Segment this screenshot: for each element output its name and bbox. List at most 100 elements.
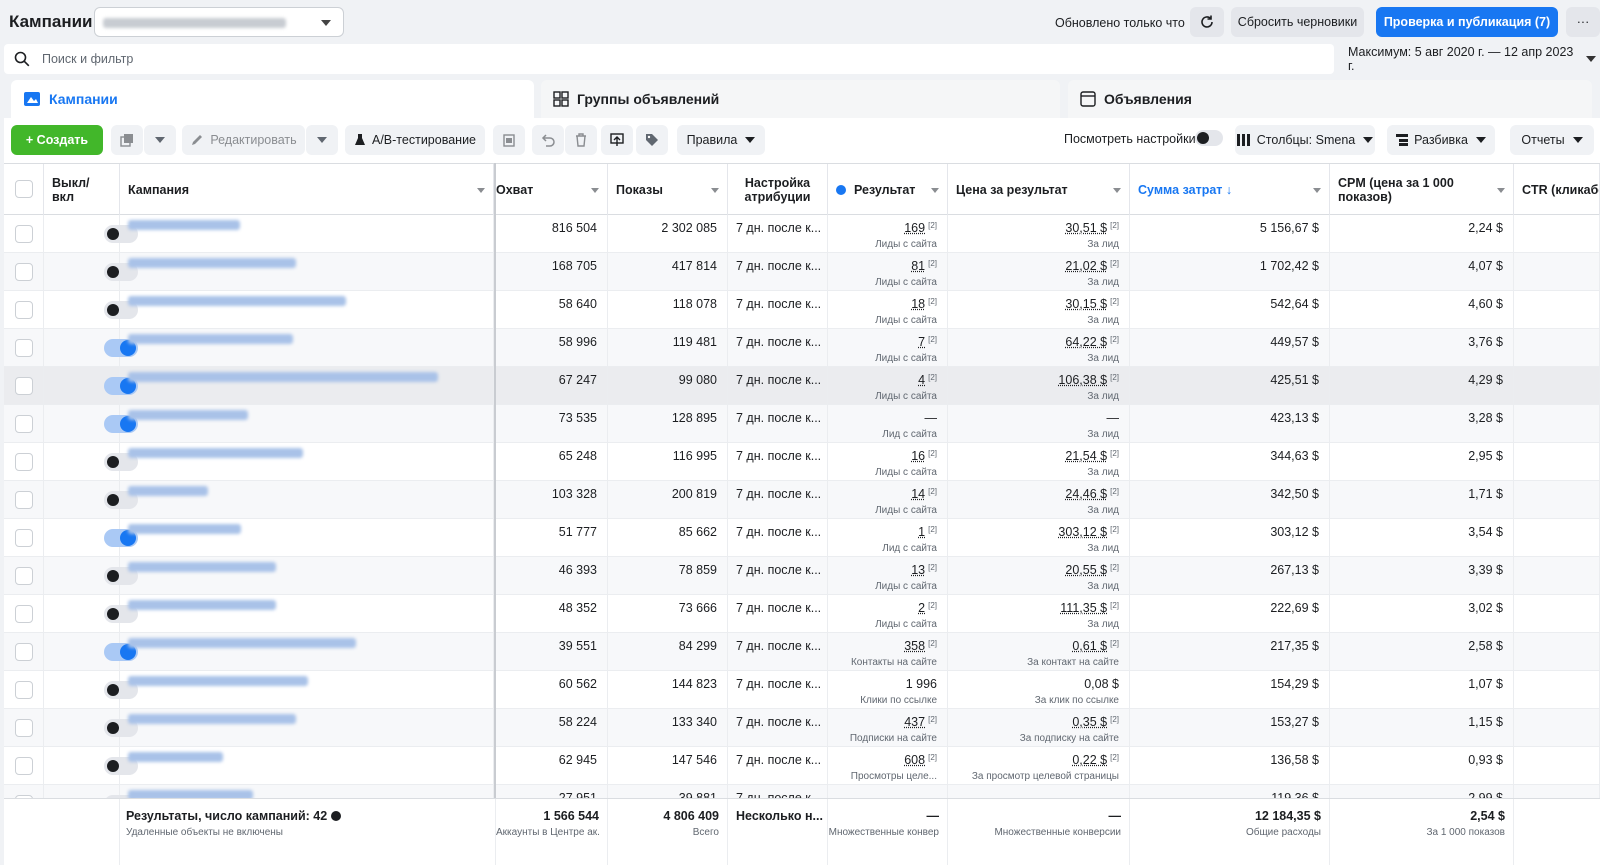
result-value[interactable]: 18 [911, 297, 925, 311]
table-row[interactable]: 60 562 144 823 7 дн. после к... 1 996 Клики … [4, 671, 1600, 709]
reports-dropdown[interactable]: Отчеты [1510, 125, 1594, 155]
create-button[interactable]: + Создать [11, 125, 103, 155]
campaign-name-cell[interactable] [120, 595, 494, 633]
date-range-picker[interactable]: Максимум: 5 авг 2020 г. — 12 апр 2023 г. [1340, 44, 1596, 74]
view-settings-toggle[interactable] [1195, 130, 1223, 146]
cost-value[interactable]: — [1107, 411, 1120, 425]
tag-button[interactable] [636, 125, 668, 155]
row-checkbox[interactable] [15, 567, 33, 585]
campaign-name-blurred[interactable] [128, 372, 438, 382]
campaign-name-cell[interactable] [120, 709, 494, 747]
campaign-name-blurred[interactable] [128, 486, 208, 496]
archive-button[interactable] [493, 125, 525, 155]
campaign-name-cell[interactable] [120, 291, 494, 329]
campaign-name-blurred[interactable] [128, 258, 296, 268]
result-value[interactable]: 358 [904, 639, 925, 653]
edit-button[interactable]: Редактировать [182, 125, 305, 155]
table-row[interactable]: 103 328 200 819 7 дн. после к... 14 [2] Лиды … [4, 481, 1600, 519]
tab-ad-sets[interactable]: Группы объявлений [541, 80, 1060, 118]
campaign-name-blurred[interactable] [128, 600, 276, 610]
ab-test-button[interactable]: A/B-тестирование [345, 125, 485, 155]
campaign-name-cell[interactable] [120, 671, 494, 709]
header-impressions[interactable]: Показы [608, 164, 728, 216]
header-attribution[interactable]: Настройка атрибуции [728, 164, 828, 216]
more-options-button[interactable]: ··· [1566, 7, 1600, 37]
campaign-name-cell[interactable] [120, 519, 494, 557]
campaign-name-cell[interactable] [120, 443, 494, 481]
campaign-name-cell[interactable] [120, 253, 494, 291]
result-value[interactable]: — [925, 411, 938, 425]
header-spend[interactable]: Сумма затрат ↓ [1130, 164, 1330, 216]
campaign-name-cell[interactable] [120, 215, 494, 253]
campaign-name-blurred[interactable] [128, 524, 241, 534]
campaign-name-cell[interactable] [120, 747, 494, 785]
result-value[interactable]: 169 [904, 221, 925, 235]
table-row[interactable]: 46 393 78 859 7 дн. после к... 13 [2] Лиды с … [4, 557, 1600, 595]
cost-value[interactable]: 30,15 $ [1065, 297, 1107, 311]
table-row[interactable]: 58 224 133 340 7 дн. после к... 437 [2] Подпи… [4, 709, 1600, 747]
row-checkbox[interactable] [15, 339, 33, 357]
cost-value[interactable]: 21,02 $ [1065, 259, 1107, 273]
duplicate-button[interactable] [111, 125, 143, 155]
campaign-name-blurred[interactable] [128, 410, 248, 420]
header-cost-per-result[interactable]: Цена за результат [948, 164, 1130, 216]
breakdown-dropdown[interactable]: Разбивка [1387, 125, 1495, 155]
campaign-name-cell[interactable] [120, 633, 494, 671]
result-value[interactable]: 1 [918, 525, 925, 539]
row-checkbox[interactable] [15, 453, 33, 471]
header-ctr[interactable]: CTR (кликабе [1514, 164, 1600, 216]
row-checkbox[interactable] [15, 757, 33, 775]
campaign-name-blurred[interactable] [128, 448, 303, 458]
header-reach[interactable]: Охват [496, 164, 608, 216]
campaign-name-blurred[interactable] [128, 638, 356, 648]
result-value[interactable]: 7 [918, 335, 925, 349]
table-row[interactable]: 816 504 2 302 085 7 дн. после к... 169 [2] Ли… [4, 215, 1600, 253]
cost-value[interactable]: 0,61 $ [1072, 639, 1107, 653]
result-value[interactable]: 608 [904, 753, 925, 767]
cost-value[interactable]: 303,12 $ [1058, 525, 1107, 539]
campaign-name-blurred[interactable] [128, 714, 296, 724]
cost-value[interactable]: 24,46 $ [1065, 487, 1107, 501]
row-checkbox[interactable] [15, 225, 33, 243]
result-value[interactable]: 81 [911, 259, 925, 273]
table-row[interactable]: 48 352 73 666 7 дн. после к... 2 [2] Лиды с с… [4, 595, 1600, 633]
campaign-name-blurred[interactable] [128, 220, 240, 230]
tab-ads[interactable]: Объявления [1068, 80, 1592, 118]
edit-dropdown[interactable] [306, 125, 338, 155]
row-checkbox[interactable] [15, 415, 33, 433]
row-checkbox[interactable] [15, 719, 33, 737]
table-row[interactable]: 73 535 128 895 7 дн. после к... — Лид с сайт… [4, 405, 1600, 443]
cost-value[interactable]: 111,35 $ [1060, 601, 1107, 615]
campaign-name-cell[interactable] [120, 405, 494, 443]
cost-value[interactable]: 0,35 $ [1072, 715, 1107, 729]
row-checkbox[interactable] [15, 491, 33, 509]
table-row[interactable]: 62 945 147 546 7 дн. после к... 608 [2] Просм… [4, 747, 1600, 785]
row-checkbox[interactable] [15, 263, 33, 281]
campaign-name-cell[interactable] [120, 481, 494, 519]
table-row[interactable]: 39 551 84 299 7 дн. после к... 358 [2] Контак… [4, 633, 1600, 671]
table-row[interactable]: 58 640 118 078 7 дн. после к... 18 [2] Лиды с… [4, 291, 1600, 329]
result-value[interactable]: 14 [911, 487, 925, 501]
delete-button[interactable] [565, 125, 597, 155]
row-checkbox[interactable] [15, 605, 33, 623]
search-input[interactable]: Поиск и фильтр [4, 44, 1334, 74]
tab-campaigns[interactable]: Кампании [11, 80, 534, 118]
campaign-name-blurred[interactable] [128, 752, 223, 762]
result-value[interactable]: 13 [911, 563, 925, 577]
publish-button[interactable]: Проверка и публикация (7) [1376, 7, 1558, 37]
campaign-name-cell[interactable] [120, 557, 494, 595]
row-checkbox[interactable] [15, 681, 33, 699]
export-button[interactable] [601, 125, 633, 155]
campaign-name-blurred[interactable] [128, 334, 293, 344]
cost-value[interactable]: 0,22 $ [1072, 753, 1107, 767]
result-value[interactable]: 437 [904, 715, 925, 729]
columns-dropdown[interactable]: Столбцы: Smena [1235, 125, 1375, 155]
table-row[interactable]: 67 247 99 080 7 дн. после к... 4 [2] Лиды с с… [4, 367, 1600, 405]
campaign-name-cell[interactable] [120, 329, 494, 367]
cost-value[interactable]: 0,08 $ [1084, 677, 1119, 691]
cost-value[interactable]: 64,22 $ [1065, 335, 1107, 349]
select-all-checkbox[interactable] [15, 180, 33, 198]
rules-dropdown[interactable]: Правила [677, 125, 765, 155]
table-row[interactable]: 51 777 85 662 7 дн. после к... 1 [2] Лид с са… [4, 519, 1600, 557]
table-row[interactable]: 58 996 119 481 7 дн. после к... 7 [2] Лиды с … [4, 329, 1600, 367]
